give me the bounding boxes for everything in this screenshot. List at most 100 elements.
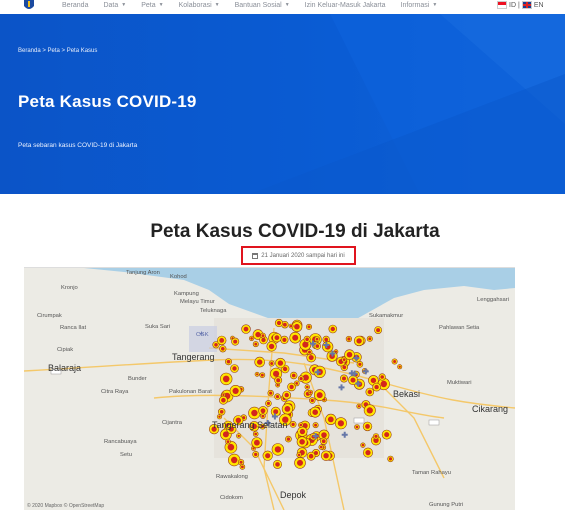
indonesia-flag-icon[interactable] xyxy=(497,1,507,9)
case-marker-core xyxy=(342,365,347,370)
case-marker-core xyxy=(256,373,259,376)
nav-item-bantuan-sosial[interactable]: Bantuan Sosial ▼ xyxy=(235,2,290,9)
case-marker-core xyxy=(268,343,275,350)
case-marker-core xyxy=(214,343,218,347)
case-marker-core xyxy=(299,377,303,381)
jakarta-logo-icon[interactable] xyxy=(22,0,36,12)
case-marker-core xyxy=(297,459,303,466)
case-marker-core xyxy=(315,337,319,341)
case-marker-core xyxy=(286,437,291,441)
map-label: Tangerang xyxy=(172,352,215,362)
caret-down-icon: ▼ xyxy=(121,2,127,8)
case-marker-core xyxy=(330,326,335,332)
nav-label: Izin Keluar-Masuk Jakarta xyxy=(304,1,386,9)
case-marker-core xyxy=(275,395,280,399)
caret-down-icon: ▼ xyxy=(432,2,438,8)
case-marker-core xyxy=(250,337,253,340)
case-marker-core xyxy=(261,414,265,418)
case-marker-core xyxy=(243,326,249,332)
case-marker-core xyxy=(276,378,281,383)
map-label: Ranca Ilat xyxy=(60,325,87,331)
nav-label: Kolaborasi xyxy=(178,1,212,9)
case-marker-core xyxy=(380,380,387,388)
nav-item-izin-keluar-masuk[interactable]: Izin Keluar-Masuk Jakarta xyxy=(305,2,386,9)
case-marker-core xyxy=(275,462,280,467)
case-marker-core xyxy=(366,407,373,414)
case-marker-core xyxy=(309,391,312,394)
map-label: Rancabuaya xyxy=(104,439,137,445)
case-marker-core xyxy=(239,460,243,464)
case-marker-core xyxy=(276,383,279,387)
case-marker-core xyxy=(254,452,258,457)
case-marker-core xyxy=(270,362,274,365)
map-label: Cipiak xyxy=(57,347,74,353)
case-marker-core xyxy=(361,443,365,447)
lang-en[interactable]: EN xyxy=(534,2,544,9)
map-label: Bekasi xyxy=(393,389,421,399)
nav-item-kolaborasi[interactable]: Kolaborasi ▼ xyxy=(179,2,220,9)
case-marker-core xyxy=(276,320,282,326)
nav-item-peta[interactable]: Peta ▼ xyxy=(141,2,163,9)
case-marker-core xyxy=(305,337,309,342)
case-marker-core xyxy=(346,351,353,358)
nav-item-data[interactable]: Data ▼ xyxy=(103,2,126,9)
caret-down-icon: ▼ xyxy=(214,2,220,8)
uk-flag-icon[interactable] xyxy=(521,1,532,9)
case-marker-core xyxy=(273,370,280,377)
case-marker-core xyxy=(241,465,244,469)
lang-id[interactable]: ID xyxy=(509,2,516,9)
map-label: Rawakalong xyxy=(216,474,248,480)
case-marker-core xyxy=(365,424,370,429)
case-marker-core xyxy=(291,373,296,378)
nav-item-beranda[interactable]: Beranda xyxy=(62,2,88,9)
case-marker-core xyxy=(374,384,379,390)
case-marker-core xyxy=(283,322,287,327)
map-label: CGK xyxy=(196,332,209,338)
case-marker-core xyxy=(342,358,346,361)
case-marker-core xyxy=(374,434,378,438)
case-marker-core xyxy=(254,432,258,436)
map-section-title: Peta Kasus COVID-19 di Jakarta xyxy=(150,221,440,242)
map-label: Suka Sari xyxy=(145,324,171,330)
map-label: Kampung xyxy=(174,291,199,297)
map-label: Sukamakmur xyxy=(369,313,404,319)
case-marker-core xyxy=(274,335,280,341)
map-label: Lenggahsari xyxy=(477,297,509,303)
calendar-icon xyxy=(252,252,259,259)
covid-case-map[interactable]: + Tanjung Aron Kohod Kronjo Kampung Mela… xyxy=(24,267,515,510)
case-marker-core xyxy=(261,334,265,337)
case-marker-core xyxy=(342,376,346,381)
case-marker-core xyxy=(321,439,326,444)
case-marker-core xyxy=(370,377,377,384)
breadcrumb[interactable]: Beranda > Peta > Peta Kasus xyxy=(18,48,97,54)
case-marker-core xyxy=(299,423,303,427)
case-marker-core xyxy=(260,408,266,414)
case-marker-core xyxy=(310,398,314,403)
caret-down-icon: ▼ xyxy=(158,2,164,8)
map-label: Tangerang Selatan xyxy=(212,420,288,430)
case-marker-core xyxy=(273,409,279,415)
case-marker-core xyxy=(218,415,221,418)
case-marker-core xyxy=(254,342,258,346)
case-marker-core xyxy=(251,409,258,417)
case-marker-core xyxy=(307,325,311,329)
case-marker-core xyxy=(380,375,385,379)
case-marker-core xyxy=(261,337,266,343)
case-marker-core xyxy=(321,432,327,438)
nav-item-informasi[interactable]: Informasi ▼ xyxy=(401,2,438,9)
case-marker-core xyxy=(284,392,289,398)
case-marker-core xyxy=(274,446,282,453)
map-label: Cijantra xyxy=(162,420,182,426)
nav-label: Informasi xyxy=(400,1,430,9)
case-marker-core xyxy=(227,443,235,451)
case-marker-core xyxy=(292,334,299,341)
case-marker-core xyxy=(357,405,361,408)
case-marker-core xyxy=(299,439,305,445)
case-marker-core xyxy=(255,331,261,338)
map-attribution[interactable]: © 2020 Mapbox © OpenStreetMap xyxy=(27,503,104,509)
map-label: Muktiwari xyxy=(447,380,472,386)
case-marker-core xyxy=(222,393,225,396)
case-marker-core xyxy=(393,360,397,363)
nav-label: Bantuan Sosial xyxy=(234,1,282,9)
case-marker-core xyxy=(365,450,371,456)
